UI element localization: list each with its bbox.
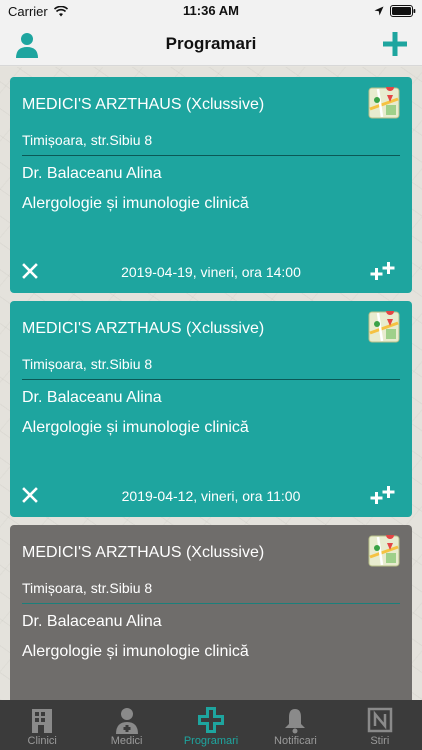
status-bar: Carrier 11:36 AM: [0, 0, 422, 22]
divider: [22, 155, 400, 156]
clinic-address: Timișoara, str.Sibiu 8: [22, 580, 153, 596]
appointment-datetime: 2019-04-12, vineri, ora 11:00: [121, 488, 301, 504]
tab-stiri[interactable]: Stiri: [338, 700, 422, 750]
doctor-name: Dr. Balaceanu Alina: [22, 165, 162, 182]
map-icon[interactable]: [368, 311, 400, 343]
news-icon: [367, 707, 393, 733]
tab-label: Medici: [110, 735, 143, 747]
tab-programari[interactable]: Programari: [169, 700, 253, 750]
medical-cross-icon: [198, 707, 225, 733]
add-to-calendar-icon[interactable]: [370, 485, 398, 505]
divider: [22, 603, 400, 604]
tab-label: Programari: [183, 735, 239, 747]
map-icon[interactable]: [368, 535, 400, 567]
appointment-card-past[interactable]: MEDICI'S ARZTHAUS (Xclussive) Timișoara,…: [10, 525, 412, 700]
appointment-card[interactable]: MEDICI'S ARZTHAUS (Xclussive) Timișoara,…: [10, 77, 412, 293]
doctor-name: Dr. Balaceanu Alina: [22, 389, 162, 406]
plus-icon[interactable]: [382, 31, 408, 57]
battery-icon: [390, 5, 416, 17]
add-to-calendar-icon[interactable]: [370, 261, 398, 281]
bell-icon: [285, 709, 306, 734]
tab-bar: Clinici Medici Programari Notificari Sti…: [0, 700, 422, 750]
clinic-name: MEDICI'S ARZTHAUS (Xclussive): [22, 320, 265, 337]
tab-label: Clinici: [27, 735, 57, 747]
appointments-list[interactable]: MEDICI'S ARZTHAUS (Xclussive) Timișoara,…: [0, 67, 422, 700]
navigation-bar: Programari: [0, 22, 422, 66]
appointment-card[interactable]: MEDICI'S ARZTHAUS (Xclussive) Timișoara,…: [10, 301, 412, 517]
specialty: Alergologie și imunologie clinică: [22, 195, 249, 212]
page-title: Programari: [165, 34, 257, 53]
building-icon: [32, 709, 53, 733]
clinic-name: MEDICI'S ARZTHAUS (Xclussive): [22, 544, 265, 561]
map-icon[interactable]: [368, 87, 400, 119]
tab-medici[interactable]: Medici: [84, 700, 168, 750]
specialty: Alergologie și imunologie clinică: [22, 419, 249, 436]
clinic-address: Timișoara, str.Sibiu 8: [22, 132, 153, 148]
tab-notificari[interactable]: Notificari: [253, 700, 337, 750]
location-arrow-icon: [374, 6, 384, 16]
tab-label: Stiri: [370, 735, 390, 747]
tab-clinici[interactable]: Clinici: [0, 700, 84, 750]
clock: 11:36 AM: [183, 3, 239, 18]
clinic-name: MEDICI'S ARZTHAUS (Xclussive): [22, 96, 265, 113]
doctor-icon: [115, 708, 138, 734]
clinic-address: Timișoara, str.Sibiu 8: [22, 356, 153, 372]
specialty: Alergologie și imunologie clinică: [22, 643, 249, 660]
tab-label: Notificari: [274, 735, 317, 747]
divider: [22, 379, 400, 380]
doctor-name: Dr. Balaceanu Alina: [22, 613, 162, 630]
appointment-datetime: 2019-04-19, vineri, ora 14:00: [121, 264, 301, 280]
